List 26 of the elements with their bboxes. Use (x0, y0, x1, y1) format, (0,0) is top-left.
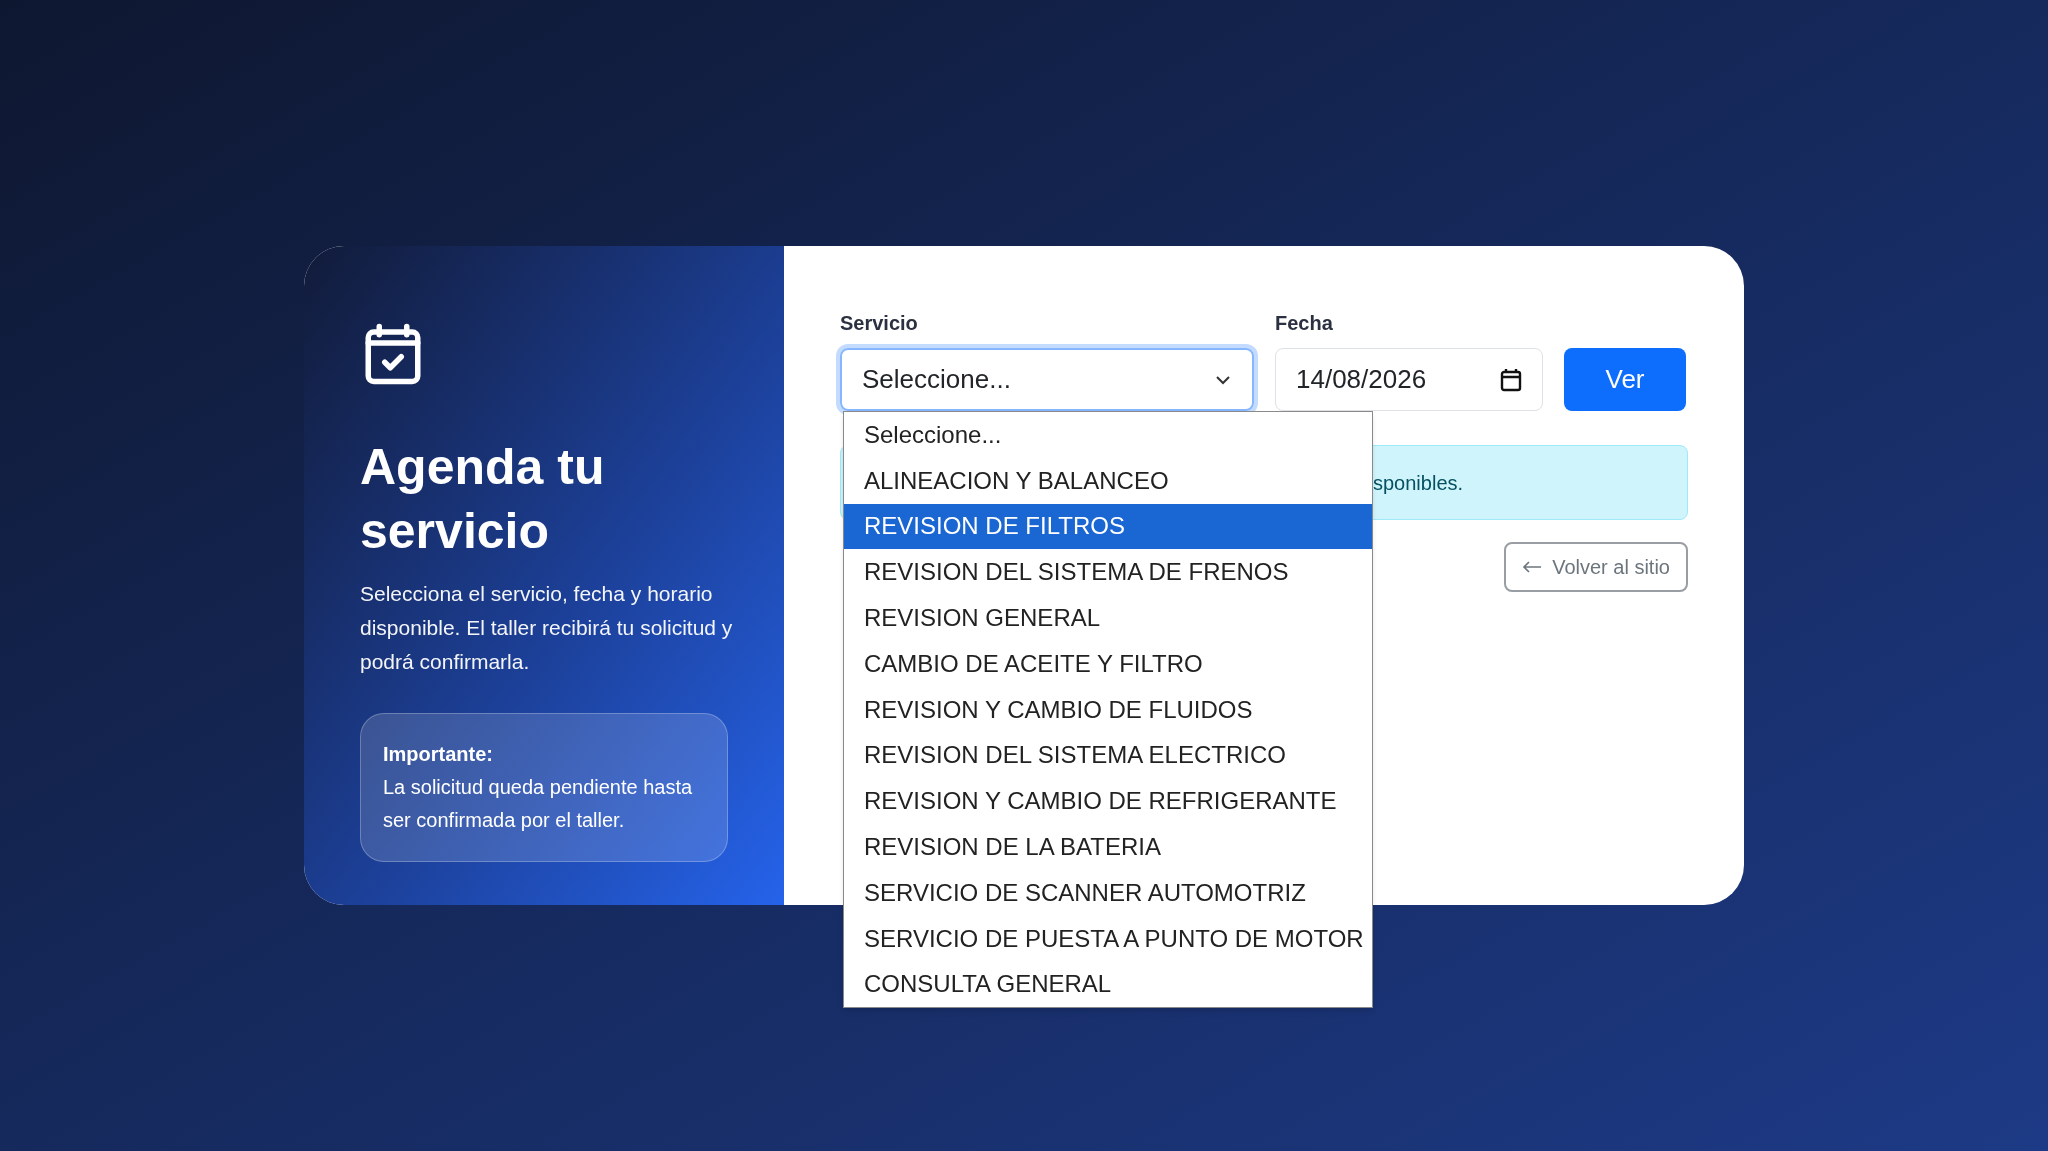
arrow-left-icon (1522, 560, 1543, 574)
dropdown-option[interactable]: CAMBIO DE ACEITE Y FILTRO (844, 641, 1372, 687)
dropdown-option[interactable]: REVISION GENERAL (844, 595, 1372, 641)
field-label: Servicio (840, 311, 919, 336)
field-label: Fecha (1275, 311, 1334, 336)
dropdown-option[interactable]: SERVICIO DE SCANNER AUTOMOTRIZ (844, 869, 1372, 916)
page-title: Agenda tu servicio (360, 438, 606, 561)
alert-text: sponibles. (1373, 470, 1464, 496)
dropdown-option[interactable]: SERVICIO DE PUESTA A PUNTO DE MOTOR (844, 915, 1372, 962)
back-button[interactable]: Volver al sitio (1504, 542, 1688, 592)
dropdown-option[interactable]: CONSULTA GENERAL (844, 961, 1372, 1008)
note-text: La solicitud queda pendiente hasta ser confirmada por el taller. (383, 775, 694, 833)
note-title: Importante: (383, 742, 494, 767)
dropdown-option[interactable]: Seleccione... (844, 412, 1372, 458)
dropdown-option[interactable]: REVISION DE FILTROS (844, 503, 1372, 550)
dropdown-option[interactable]: REVISION DEL SISTEMA ELECTRICO (844, 732, 1372, 779)
dropdown-option[interactable]: REVISION Y CAMBIO DE FLUIDOS (844, 686, 1372, 733)
calendar-icon (1500, 367, 1522, 392)
dropdown-option[interactable]: REVISION DEL SISTEMA DE FRENOS (844, 549, 1372, 596)
intro-text: Selecciona el servicio, fecha y horario disponible. El taller recibirá tu solicitud y podrá confirmarla. (360, 581, 734, 675)
dropdown-option[interactable]: ALINEACION Y BALANCEO (844, 457, 1372, 504)
submit-button[interactable]: Ver (1564, 348, 1686, 411)
dropdown-option[interactable]: REVISION Y CAMBIO DE REFRIGERANTE (844, 778, 1372, 825)
chevron-down-icon (1214, 373, 1232, 386)
dropdown-option[interactable]: REVISION DE LA BATERIA (844, 824, 1372, 870)
date-field[interactable]: 14/08/2026 (1275, 348, 1543, 411)
